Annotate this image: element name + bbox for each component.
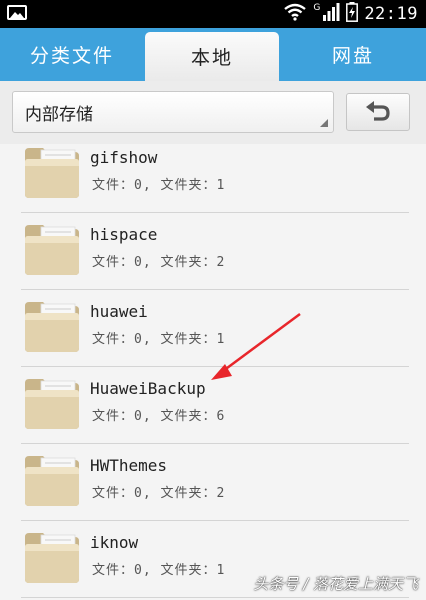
storage-location-label: 内部存储 [25, 104, 93, 125]
tab-bar: 分类文件 本地 网盘 [0, 28, 426, 81]
return-arrow-icon [366, 101, 390, 121]
folder-icon [25, 379, 79, 429]
signal-icon [322, 3, 340, 25]
folder-icon [25, 456, 79, 506]
tab-local[interactable]: 本地 [145, 32, 279, 81]
folder-details: 文件：0, 文件夹：6 [92, 409, 226, 424]
dropdown-corner-icon [320, 119, 328, 127]
back-button[interactable] [346, 93, 410, 131]
folder-name: HWThemes [90, 456, 168, 475]
folder-icon [25, 225, 79, 275]
folder-name: huawei [90, 302, 148, 321]
clock-time: 22:19 [364, 4, 418, 24]
storage-location-dropdown[interactable]: 内部存储 [12, 91, 334, 133]
folder-icon [25, 148, 79, 198]
tab-categories[interactable]: 分类文件 [0, 28, 144, 81]
folder-details: 文件：0, 文件夹：1 [92, 563, 226, 578]
folder-icon [25, 533, 79, 583]
folder-name: hispace [90, 225, 158, 244]
folder-name: iknow [90, 533, 139, 552]
battery-charging-icon [346, 2, 359, 26]
folder-details: 文件：0, 文件夹：2 [92, 255, 226, 270]
tab-cloud-drive[interactable]: 网盘 [280, 28, 426, 81]
folder-row[interactable]: HWThemes 文件：0, 文件夹：2 [0, 444, 426, 521]
folder-details: 文件：0, 文件夹：2 [92, 486, 226, 501]
folder-icon [25, 302, 79, 352]
folder-details: 文件：0, 文件夹：1 [92, 178, 226, 193]
network-type-label: G [313, 3, 321, 13]
annotation-arrow [211, 312, 301, 380]
watermark-text: 头条号 / 落花爱上满天飞 [253, 575, 418, 593]
row-divider [21, 597, 409, 598]
folder-name: gifshow [90, 148, 158, 167]
folder-row[interactable]: hispace 文件：0, 文件夹：2 [0, 213, 426, 290]
path-bar: 内部存储 [0, 81, 426, 144]
status-bar: G 22:19 [0, 0, 426, 28]
gallery-notification-icon [7, 5, 27, 20]
folder-name: HuaweiBackup [90, 379, 206, 398]
wifi-icon [283, 3, 307, 25]
folder-row[interactable]: gifshow 文件：0, 文件夹：1 [0, 144, 426, 213]
